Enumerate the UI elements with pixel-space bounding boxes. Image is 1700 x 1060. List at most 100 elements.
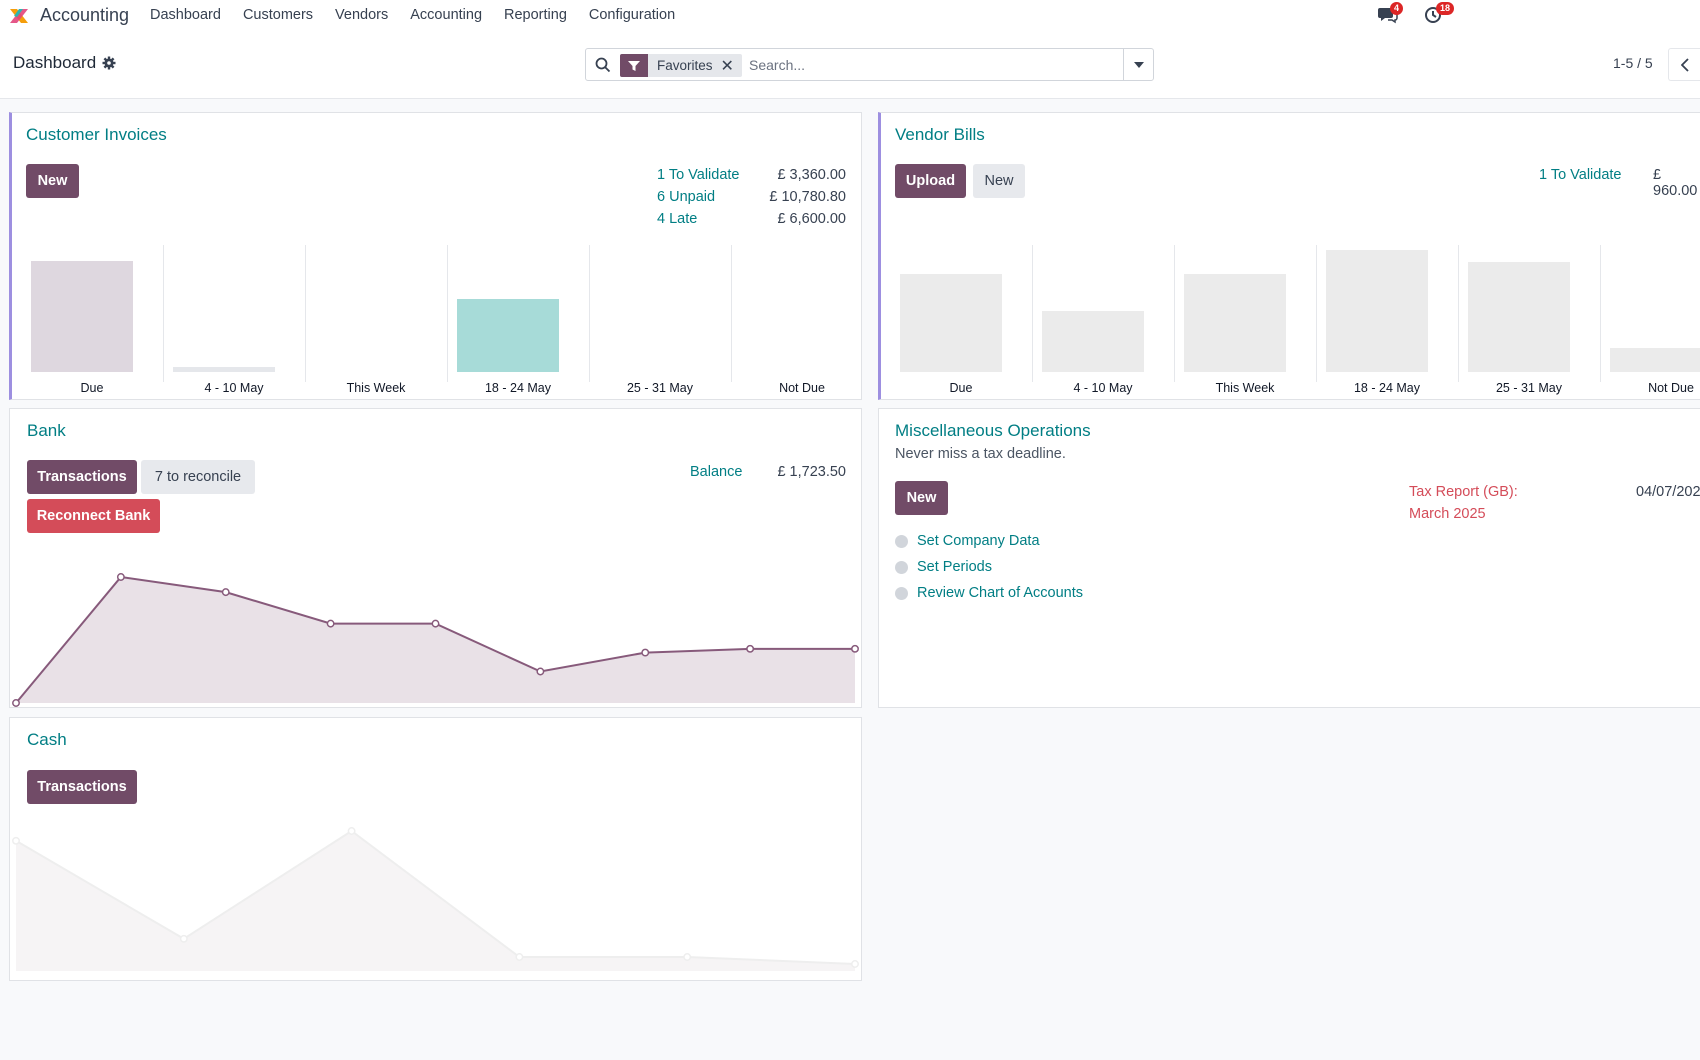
caret-down-icon bbox=[1133, 61, 1144, 68]
bill-bar-5[interactable] bbox=[1610, 348, 1700, 372]
x-axis-label: 18 - 24 May bbox=[484, 381, 551, 395]
menu-accounting[interactable]: Accounting bbox=[410, 7, 482, 23]
gridline bbox=[1316, 245, 1317, 382]
cash-area bbox=[16, 831, 855, 971]
gridline bbox=[1600, 245, 1601, 382]
todo-periods[interactable]: Set Periods bbox=[895, 559, 992, 575]
card-title[interactable]: Miscellaneous Operations bbox=[895, 421, 1091, 441]
bank-point-5[interactable] bbox=[536, 667, 545, 676]
menu-vendors[interactable]: Vendors bbox=[335, 7, 388, 23]
card-title[interactable]: Customer Invoices bbox=[26, 125, 167, 145]
chevron-left-icon bbox=[1680, 57, 1689, 72]
bank-area bbox=[16, 577, 855, 703]
pager-value[interactable]: 1-5 / 5 bbox=[1613, 55, 1653, 71]
menu-reporting[interactable]: Reporting bbox=[504, 7, 567, 23]
tax-report-line2[interactable]: March 2025 bbox=[1409, 506, 1486, 522]
misc-operations-card: Miscellaneous Operations Never miss a ta… bbox=[878, 408, 1700, 708]
search-input[interactable] bbox=[749, 55, 1079, 75]
bill-bar-0[interactable] bbox=[900, 274, 1002, 372]
gridline bbox=[589, 245, 590, 382]
x-axis-label: Not Due bbox=[779, 381, 825, 395]
invoice-bar-1[interactable] bbox=[173, 367, 275, 372]
unpaid-amount: £ 10,780.80 bbox=[769, 189, 846, 205]
gridline bbox=[447, 245, 448, 382]
to-validate-amount: £ 3,360.00 bbox=[777, 167, 846, 183]
invoice-bar-0[interactable] bbox=[31, 261, 133, 372]
bank-point-0[interactable] bbox=[12, 699, 20, 707]
cash-point-2[interactable] bbox=[347, 827, 356, 835]
app-name[interactable]: Accounting bbox=[40, 5, 129, 26]
bank-point-4[interactable] bbox=[431, 619, 440, 628]
main-menu: Dashboard Customers Vendors Accounting R… bbox=[150, 7, 697, 23]
late-amount: £ 6,600.00 bbox=[777, 211, 846, 227]
gridline bbox=[1174, 245, 1175, 382]
cash-point-3[interactable] bbox=[515, 953, 524, 961]
card-title[interactable]: Vendor Bills bbox=[895, 125, 985, 145]
new-entry-button[interactable]: New bbox=[895, 481, 948, 515]
bank-point-1[interactable] bbox=[116, 573, 125, 581]
late-link[interactable]: 4 Late bbox=[657, 211, 697, 227]
x-axis-label: This Week bbox=[346, 381, 406, 395]
x-axis-label: 4 - 10 May bbox=[1073, 381, 1133, 395]
bill-bar-2[interactable] bbox=[1184, 274, 1286, 372]
gridline bbox=[163, 245, 164, 382]
cash-balance-chart bbox=[12, 827, 859, 971]
menu-configuration[interactable]: Configuration bbox=[589, 7, 675, 23]
customer-invoices-card: Customer Invoices New 1 To Validate £ 3,… bbox=[9, 112, 862, 400]
new-invoice-button[interactable]: New bbox=[26, 164, 79, 198]
activities-badge: 18 bbox=[1436, 2, 1455, 15]
menu-dashboard[interactable]: Dashboard bbox=[150, 7, 221, 23]
cash-point-0[interactable] bbox=[12, 836, 20, 845]
filter-icon bbox=[620, 54, 648, 77]
bill-bar-3[interactable] bbox=[1326, 250, 1428, 372]
card-subtitle: Never miss a tax deadline. bbox=[895, 446, 1066, 462]
messages-systray[interactable]: 4 bbox=[1377, 2, 1404, 24]
gear-icon[interactable] bbox=[102, 56, 116, 70]
bill-bar-4[interactable] bbox=[1468, 262, 1570, 372]
todo-company-data[interactable]: Set Company Data bbox=[895, 533, 1040, 549]
new-bill-button[interactable]: New bbox=[973, 164, 1025, 198]
to-validate-link[interactable]: 1 To Validate bbox=[657, 167, 740, 183]
pager-previous-button[interactable] bbox=[1668, 48, 1700, 81]
bank-point-6[interactable] bbox=[641, 648, 650, 657]
bank-point-8[interactable] bbox=[851, 644, 859, 653]
x-axis-label: Not Due bbox=[1648, 381, 1694, 395]
todo-label: Set Periods bbox=[917, 559, 992, 575]
cash-point-4[interactable] bbox=[683, 953, 692, 961]
search-bar: Favorites ✕ bbox=[585, 48, 1154, 81]
bank-point-2[interactable] bbox=[221, 588, 230, 597]
status-dot-icon bbox=[895, 560, 908, 574]
cash-point-5[interactable] bbox=[851, 960, 859, 968]
bills-aging-chart: Due 4 - 10 May This Week 18 - 24 May 25 - 31… bbox=[890, 245, 1700, 401]
facet-remove-icon[interactable]: ✕ bbox=[721, 56, 742, 76]
breadcrumb: Dashboard bbox=[13, 53, 116, 73]
to-validate-link[interactable]: 1 To Validate bbox=[1539, 167, 1622, 183]
favorites-facet[interactable]: Favorites ✕ bbox=[620, 54, 742, 77]
todo-label: Set Company Data bbox=[917, 533, 1040, 549]
gridline bbox=[1032, 245, 1033, 382]
status-dot-icon bbox=[895, 586, 908, 600]
bank-card: Bank Transactions 7 to reconcile Reconne… bbox=[9, 408, 862, 708]
facet-label: Favorites bbox=[657, 58, 713, 73]
activities-systray[interactable]: 18 bbox=[1424, 2, 1455, 24]
x-axis-label: Due bbox=[80, 381, 104, 395]
tax-report-line1[interactable]: Tax Report (GB): bbox=[1409, 484, 1518, 500]
bank-point-3[interactable] bbox=[326, 619, 335, 628]
menu-customers[interactable]: Customers bbox=[243, 7, 313, 23]
bank-balance-chart bbox=[12, 573, 859, 707]
to-validate-amount: £ 960.00 bbox=[1653, 167, 1698, 199]
invoice-bar-3[interactable] bbox=[457, 299, 559, 372]
bill-bar-1[interactable] bbox=[1042, 311, 1144, 372]
x-axis-label: Due bbox=[949, 381, 973, 395]
bank-point-7[interactable] bbox=[746, 644, 755, 653]
control-panel: Dashboard Favorites ✕ 1-5 / 5 bbox=[0, 31, 1700, 99]
cash-point-1[interactable] bbox=[179, 934, 188, 943]
invoices-aging-chart: Due 4 - 10 May This Week 18 - 24 May 25 - 31… bbox=[21, 245, 866, 401]
search-options-toggle[interactable] bbox=[1123, 49, 1153, 80]
upload-bill-button[interactable]: Upload bbox=[895, 164, 966, 198]
search-icon[interactable] bbox=[595, 57, 611, 73]
todo-chart-of-accounts[interactable]: Review Chart of Accounts bbox=[895, 585, 1083, 601]
accounting-app-icon[interactable] bbox=[8, 5, 30, 27]
page-title: Dashboard bbox=[13, 53, 97, 72]
unpaid-link[interactable]: 6 Unpaid bbox=[657, 189, 715, 205]
